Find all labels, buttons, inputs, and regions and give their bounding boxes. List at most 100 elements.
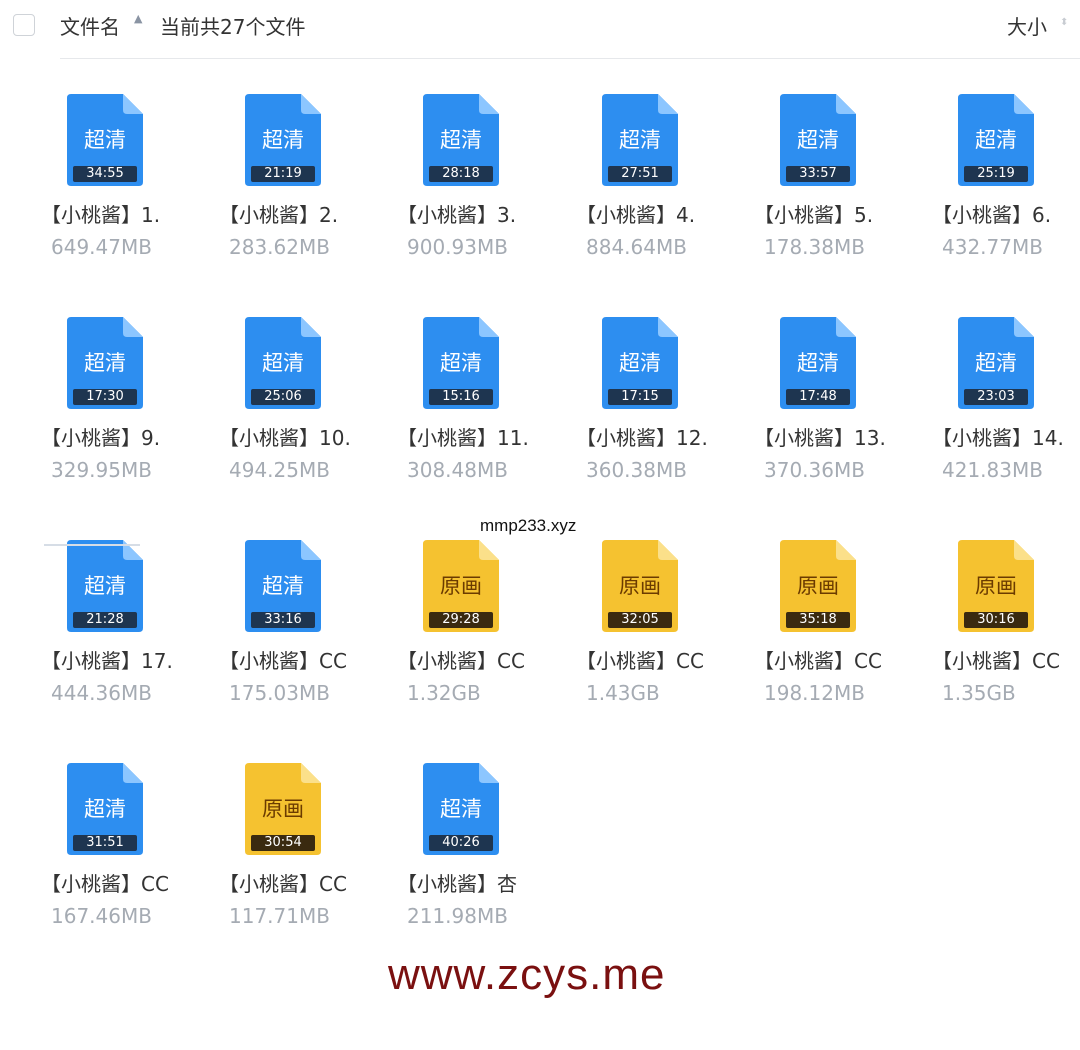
file-item[interactable]: 超清 23:03 【小桃酱】14. 421.83MB: [904, 317, 1080, 517]
file-item[interactable]: 原画 30:16 【小桃酱】CC 1.35GB: [904, 540, 1080, 740]
file-name[interactable]: 【小桃酱】3.: [397, 202, 547, 228]
quality-badge: 超清: [262, 128, 304, 152]
file-name[interactable]: 【小桃酱】CC: [754, 648, 904, 674]
video-duration: 33:16: [251, 612, 315, 628]
file-item[interactable]: 超清 21:19 【小桃酱】2. 283.62MB: [191, 94, 369, 294]
file-size: 649.47MB: [51, 235, 152, 259]
file-item[interactable]: 超清 33:16 【小桃酱】CC 175.03MB: [191, 540, 369, 740]
original-video-file-icon: 原画 35:18: [780, 540, 856, 632]
file-item[interactable]: 超清 15:16 【小桃酱】11. 308.48MB: [369, 317, 547, 517]
quality-badge: 超清: [262, 574, 304, 598]
file-item[interactable]: 原画 30:54 【小桃酱】CC 117.71MB: [191, 763, 369, 963]
file-size: 900.93MB: [407, 235, 508, 259]
quality-badge: 超清: [84, 351, 126, 375]
file-size: 178.38MB: [764, 235, 865, 259]
select-all-checkbox[interactable]: [13, 14, 35, 36]
file-item[interactable]: 超清 25:06 【小桃酱】10. 494.25MB: [191, 317, 369, 517]
original-video-file-icon: 原画 30:16: [958, 540, 1034, 632]
quality-badge: 原画: [619, 574, 661, 598]
file-name[interactable]: 【小桃酱】10.: [219, 425, 369, 451]
watermark-url: www.zcys.me: [388, 950, 666, 999]
file-name[interactable]: 【小桃酱】CC: [219, 648, 369, 674]
quality-badge: 超清: [619, 351, 661, 375]
file-item[interactable]: 超清 25:19 【小桃酱】6. 432.77MB: [904, 94, 1080, 294]
header-divider: [60, 58, 1080, 59]
upload-progress-bar: [44, 544, 140, 546]
video-duration: 28:18: [429, 166, 493, 182]
file-size: 1.43GB: [586, 681, 660, 705]
quality-badge: 超清: [84, 797, 126, 821]
file-item[interactable]: 超清 34:55 【小桃酱】1. 649.47MB: [13, 94, 191, 294]
file-name[interactable]: 【小桃酱】12.: [576, 425, 726, 451]
file-count-label: 当前共27个文件: [160, 15, 306, 39]
quality-badge: 原画: [440, 574, 482, 598]
file-size: 117.71MB: [229, 904, 330, 928]
sort-toggle-icon: ⬍: [1060, 17, 1069, 28]
file-size: 1.35GB: [942, 681, 1016, 705]
file-name[interactable]: 【小桃酱】CC: [932, 648, 1080, 674]
file-item[interactable]: 超清 28:18 【小桃酱】3. 900.93MB: [369, 94, 547, 294]
file-item[interactable]: 超清 40:26 【小桃酱】杏 211.98MB: [369, 763, 547, 963]
file-size: 308.48MB: [407, 458, 508, 482]
file-size: 370.36MB: [764, 458, 865, 482]
sort-by-size-button[interactable]: 大小: [1007, 14, 1047, 40]
quality-badge: 超清: [975, 128, 1017, 152]
hd-video-file-icon: 超清 17:15: [602, 317, 678, 409]
file-name[interactable]: 【小桃酱】杏: [397, 871, 547, 897]
quality-badge: 原画: [262, 797, 304, 821]
hd-video-file-icon: 超清 17:30: [67, 317, 143, 409]
file-item[interactable]: 原画 32:05 【小桃酱】CC 1.43GB: [548, 540, 726, 740]
quality-badge: 超清: [797, 128, 839, 152]
file-name[interactable]: 【小桃酱】1.: [41, 202, 191, 228]
file-name[interactable]: 【小桃酱】CC: [219, 871, 369, 897]
file-size: 1.32GB: [407, 681, 481, 705]
hd-video-file-icon: 超清 25:06: [245, 317, 321, 409]
file-size: 494.25MB: [229, 458, 330, 482]
file-name[interactable]: 【小桃酱】4.: [576, 202, 726, 228]
file-name[interactable]: 【小桃酱】CC: [41, 871, 191, 897]
file-item[interactable]: 超清 17:15 【小桃酱】12. 360.38MB: [548, 317, 726, 517]
file-size: 444.36MB: [51, 681, 152, 705]
file-name[interactable]: 【小桃酱】13.: [754, 425, 904, 451]
video-duration: 25:19: [964, 166, 1028, 182]
file-name[interactable]: 【小桃酱】CC: [576, 648, 726, 674]
file-item[interactable]: 超清 27:51 【小桃酱】4. 884.64MB: [548, 94, 726, 294]
file-name[interactable]: 【小桃酱】2.: [219, 202, 369, 228]
file-name[interactable]: 【小桃酱】11.: [397, 425, 547, 451]
file-name[interactable]: 【小桃酱】6.: [932, 202, 1080, 228]
video-duration: 23:03: [964, 389, 1028, 405]
file-name[interactable]: 【小桃酱】CC: [397, 648, 547, 674]
file-size: 167.46MB: [51, 904, 152, 928]
file-size: 329.95MB: [51, 458, 152, 482]
file-name[interactable]: 【小桃酱】14.: [932, 425, 1080, 451]
file-name[interactable]: 【小桃酱】9.: [41, 425, 191, 451]
video-duration: 30:16: [964, 612, 1028, 628]
file-item[interactable]: 超清 21:28 【小桃酱】17. 444.36MB: [13, 540, 191, 740]
hd-video-file-icon: 超清 28:18: [423, 94, 499, 186]
quality-badge: 超清: [975, 351, 1017, 375]
hd-video-file-icon: 超清 27:51: [602, 94, 678, 186]
file-size: 175.03MB: [229, 681, 330, 705]
quality-badge: 超清: [619, 128, 661, 152]
watermark-text: mmp233.xyz: [480, 516, 577, 535]
file-item[interactable]: 原画 35:18 【小桃酱】CC 198.12MB: [726, 540, 904, 740]
file-item[interactable]: 原画 29:28 【小桃酱】CC 1.32GB: [369, 540, 547, 740]
hd-video-file-icon: 超清 31:51: [67, 763, 143, 855]
video-duration: 15:16: [429, 389, 493, 405]
hd-video-file-icon: 超清 33:16: [245, 540, 321, 632]
hd-video-file-icon: 超清 34:55: [67, 94, 143, 186]
file-size: 211.98MB: [407, 904, 508, 928]
sort-by-name-button[interactable]: 文件名: [60, 14, 120, 40]
file-item[interactable]: 超清 17:30 【小桃酱】9. 329.95MB: [13, 317, 191, 517]
video-duration: 21:19: [251, 166, 315, 182]
hd-video-file-icon: 超清 17:48: [780, 317, 856, 409]
video-duration: 40:26: [429, 835, 493, 851]
file-name[interactable]: 【小桃酱】5.: [754, 202, 904, 228]
file-size: 283.62MB: [229, 235, 330, 259]
file-item[interactable]: 超清 31:51 【小桃酱】CC 167.46MB: [13, 763, 191, 963]
video-duration: 21:28: [73, 612, 137, 628]
file-item[interactable]: 超清 33:57 【小桃酱】5. 178.38MB: [726, 94, 904, 294]
quality-badge: 超清: [797, 351, 839, 375]
file-name[interactable]: 【小桃酱】17.: [41, 648, 191, 674]
file-item[interactable]: 超清 17:48 【小桃酱】13. 370.36MB: [726, 317, 904, 517]
